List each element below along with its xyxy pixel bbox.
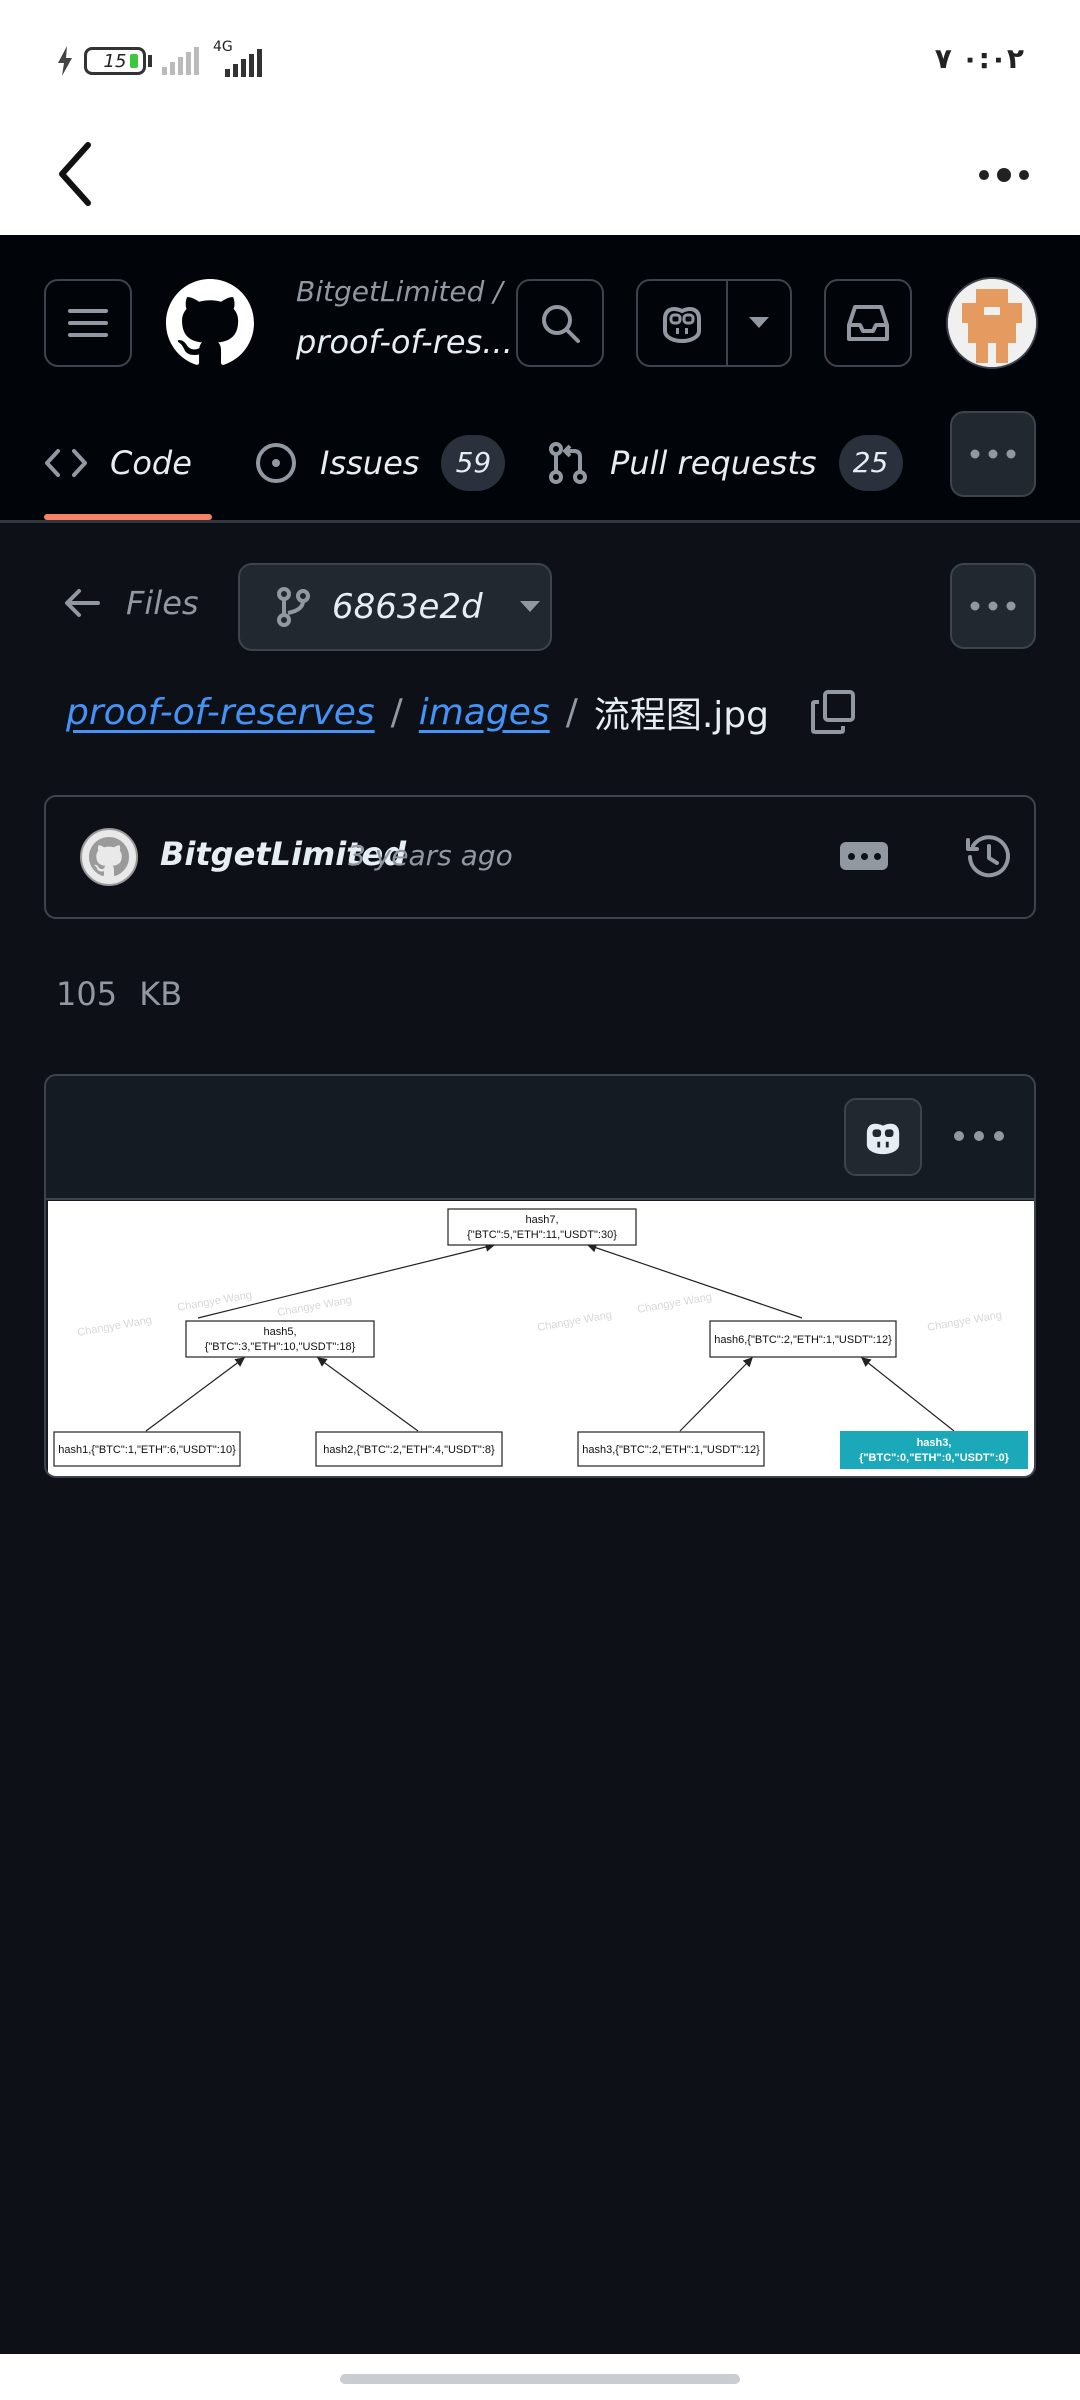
tab-pull-requests-label: Pull requests xyxy=(610,443,817,482)
tree-node-leaf-4-highlighted: hash3, {"BTC":0,"ETH":0,"USDT":0} xyxy=(840,1431,1028,1469)
breadcrumb: proof-of-reserves / images / 流程图.jpg xyxy=(66,686,857,738)
svg-text:hash2,{"BTC":2,"ETH":4,"USDT":: hash2,{"BTC":2,"ETH":4,"USDT":8} xyxy=(323,1444,495,1456)
tab-code[interactable]: Code xyxy=(44,405,192,520)
github-header: BitgetLimited / proof-of-res... Code Iss… xyxy=(0,235,1080,523)
tree-node-leaf-2: hash2,{"BTC":2,"ETH":4,"USDT":8} xyxy=(315,1431,503,1467)
tab-issues-label: Issues xyxy=(320,443,420,482)
caret-down-icon xyxy=(519,601,540,612)
svg-text:hash1,{"BTC":1,"ETH":6,"USDT":: hash1,{"BTC":1,"ETH":6,"USDT":10} xyxy=(58,1444,236,1456)
status-bar: 15 4G ٠:٠٢ ٧ xyxy=(0,0,1080,125)
tree-node-leaf-3: hash3,{"BTC":2,"ETH":1,"USDT":12} xyxy=(577,1431,765,1467)
latest-commit-card[interactable]: BitgetLimited 3 years ago xyxy=(44,795,1036,919)
ask-copilot-button[interactable] xyxy=(844,1098,922,1176)
user-avatar[interactable] xyxy=(946,277,1038,369)
tab-pull-requests[interactable]: Pull requests 25 xyxy=(548,405,903,520)
tree-node-root: hash7, {"BTC":5,"ETH":11,"USDT":30} xyxy=(447,1208,637,1246)
files-back-button[interactable]: Files xyxy=(64,584,199,622)
active-tab-indicator xyxy=(44,514,212,520)
tab-issues[interactable]: Issues 59 xyxy=(254,405,506,520)
tabs-more-button[interactable] xyxy=(950,411,1036,497)
file-size: 105 KB xyxy=(56,975,183,1013)
menu-button[interactable] xyxy=(44,279,132,367)
copilot-icon xyxy=(663,307,701,343)
copilot-dropdown-button[interactable] xyxy=(728,281,790,365)
home-indicator[interactable] xyxy=(340,2374,740,2384)
code-icon xyxy=(45,448,87,477)
copy-path-icon[interactable] xyxy=(809,688,857,736)
browser-header xyxy=(0,125,1080,235)
search-icon xyxy=(542,305,580,343)
battery-level: 15 xyxy=(103,50,127,72)
image-viewer: Changye Wang Changye Wang Changye Wang C… xyxy=(44,1074,1036,1478)
branch-name: 6863e2d xyxy=(332,587,483,627)
svg-text:{"BTC":5,"ETH":11,"USDT":30}: {"BTC":5,"ETH":11,"USDT":30} xyxy=(467,1229,617,1241)
repo-owner[interactable]: BitgetLimited / xyxy=(296,275,503,308)
status-icons: 15 4G xyxy=(56,39,279,77)
repo-name[interactable]: proof-of-res... xyxy=(296,323,513,361)
kebab-horizontal-icon xyxy=(970,601,1016,611)
git-pull-request-icon xyxy=(549,441,587,484)
svg-text:Changye Wang: Changye Wang xyxy=(176,1289,252,1314)
merkle-tree-diagram-image: Changye Wang Changye Wang Changye Wang C… xyxy=(48,1201,1034,1476)
tree-node-hash6: hash6,{"BTC":2,"ETH":1,"USDT":12} xyxy=(709,1320,897,1358)
commit-author-avatar[interactable] xyxy=(80,828,138,886)
svg-text:Changye Wang: Changye Wang xyxy=(536,1309,612,1334)
breadcrumb-folder-link[interactable]: images xyxy=(419,692,550,733)
arrow-left-icon xyxy=(65,589,100,617)
more-options-icon[interactable] xyxy=(974,155,1034,195)
svg-text:hash7,: hash7, xyxy=(525,1214,558,1226)
copilot-button-group xyxy=(636,279,792,367)
breadcrumb-separator: / xyxy=(565,691,578,733)
github-logo-icon xyxy=(89,837,129,877)
svg-text:hash3,: hash3, xyxy=(917,1437,952,1449)
branch-selector[interactable]: 6863e2d xyxy=(238,563,552,651)
repo-tabs: Code Issues 59 Pull requests 25 xyxy=(0,405,1080,520)
copilot-icon xyxy=(866,1123,900,1155)
commit-message-expand-button[interactable] xyxy=(840,842,888,870)
inbox-icon xyxy=(847,305,889,341)
svg-text:Changye Wang: Changye Wang xyxy=(276,1294,352,1319)
tab-code-label: Code xyxy=(110,443,192,482)
pull-requests-count-badge: 25 xyxy=(838,434,903,491)
tree-node-leaf-1: hash1,{"BTC":1,"ETH":6,"USDT":10} xyxy=(53,1431,241,1467)
caret-down-icon xyxy=(749,317,769,328)
file-actions-more-button[interactable] xyxy=(950,563,1036,649)
svg-text:hash3,{"BTC":2,"ETH":1,"USDT":: hash3,{"BTC":2,"ETH":1,"USDT":12} xyxy=(582,1444,760,1456)
kebab-horizontal-icon[interactable] xyxy=(952,1124,1006,1148)
svg-text:hash6,{"BTC":2,"ETH":1,"USDT":: hash6,{"BTC":2,"ETH":1,"USDT":12} xyxy=(714,1334,892,1346)
kebab-horizontal-icon xyxy=(970,449,1016,459)
copilot-button[interactable] xyxy=(638,281,728,365)
svg-text:Changye Wang: Changye Wang xyxy=(76,1314,152,1339)
battery-icon: 15 xyxy=(84,47,146,75)
files-label: Files xyxy=(126,584,199,622)
tree-node-hash5: hash5, {"BTC":3,"ETH":10,"USDT":18} xyxy=(185,1320,375,1358)
charging-icon xyxy=(58,46,72,76)
svg-text:{"BTC":0,"ETH":0,"USDT":0}: {"BTC":0,"ETH":0,"USDT":0} xyxy=(859,1452,1010,1464)
back-chevron-icon[interactable] xyxy=(52,137,98,211)
breadcrumb-separator: / xyxy=(390,691,403,733)
breadcrumb-file-name: 流程图.jpg xyxy=(593,695,769,736)
signal-icon-sim1 xyxy=(162,47,199,75)
hamburger-icon xyxy=(68,309,108,337)
clock: ٠:٠٢ ٧ xyxy=(934,42,1024,75)
history-icon[interactable] xyxy=(964,832,1014,882)
signal-icon-sim2: 4G xyxy=(209,39,279,77)
svg-text:{"BTC":3,"ETH":10,"USDT":18}: {"BTC":3,"ETH":10,"USDT":18} xyxy=(205,1341,356,1353)
image-viewer-toolbar xyxy=(46,1076,1034,1200)
github-logo-icon[interactable] xyxy=(166,279,254,367)
identicon-avatar xyxy=(948,279,1036,367)
issue-opened-icon xyxy=(256,442,296,483)
search-button[interactable] xyxy=(516,279,604,367)
svg-text:hash5,: hash5, xyxy=(263,1326,296,1338)
commit-time: 3 years ago xyxy=(348,839,513,872)
issues-count-badge: 59 xyxy=(441,434,506,491)
battery-cap xyxy=(148,55,152,67)
git-branch-icon xyxy=(277,587,310,627)
breadcrumb-repo-link[interactable]: proof-of-reserves xyxy=(66,692,375,733)
svg-text:Changye Wang: Changye Wang xyxy=(636,1291,712,1316)
inbox-button[interactable] xyxy=(824,279,912,367)
svg-text:Changye Wang: Changye Wang xyxy=(926,1309,1002,1334)
